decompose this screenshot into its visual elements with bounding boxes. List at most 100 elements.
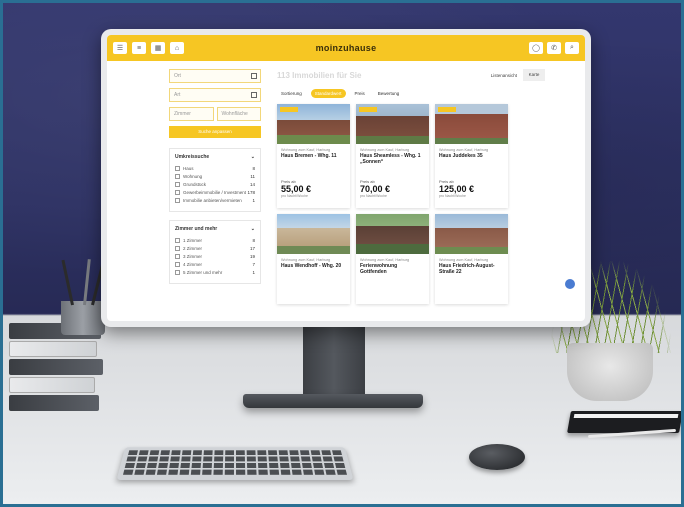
search-icon[interactable]: ⌕ (565, 42, 579, 54)
list-view-toggle[interactable]: Listenansicht (491, 73, 517, 78)
listing-price: 70,00 € (360, 184, 391, 194)
listing-price: 55,00 € (281, 184, 312, 194)
checkbox[interactable] (175, 238, 180, 243)
filter-option-count: 11 (250, 174, 255, 179)
monitor-stand-base (243, 394, 423, 408)
logo[interactable]: moinzuhause (316, 43, 377, 53)
filter-option[interactable]: 3 Zimmer 19 (175, 254, 255, 259)
calendar-icon (251, 73, 257, 79)
listing-photo (277, 214, 350, 254)
filter-option-label: Haus (183, 166, 194, 171)
filter-option[interactable]: Gewerbeimmobilie / Investment 178 (175, 190, 255, 195)
filter-option[interactable]: Haus 8 (175, 166, 255, 171)
filter-option-label: 5 Zimmer und mehr (183, 270, 223, 275)
menu-icon[interactable]: ☰ (113, 42, 127, 54)
filter-option-count: 14 (249, 182, 255, 187)
mouse (469, 444, 525, 470)
filter-option[interactable]: Grundstück 14 (175, 182, 255, 187)
filter-option-label: 2 Zimmer (183, 246, 202, 251)
plant-pot (567, 343, 653, 401)
listing-meta: Wohnung zum Kauf, Harburg (360, 258, 410, 262)
listing-card[interactable]: Wohnung zum Kauf, Harburg Haus Friedrich… (435, 214, 508, 304)
chevron-down-icon: ⌄ (250, 226, 255, 232)
list-icon[interactable]: ≡ (132, 42, 146, 54)
search-sidebar: Ort Art Zimmer Wohnfläche Suche anpassen… (169, 69, 261, 292)
filter-panel: Umkreissuche ⌄ Haus 8 Wohnung 11 Grundstück… (169, 148, 261, 212)
filter-option-count: 178 (247, 190, 255, 195)
checkbox[interactable] (175, 254, 180, 259)
checkbox[interactable] (175, 246, 180, 251)
type-field[interactable]: Art (169, 88, 261, 102)
map-view-button[interactable]: Karte (523, 69, 545, 81)
listing-card[interactable]: Wohnung zum Kauf, Harburg Ferienwohnung … (356, 214, 429, 304)
book (9, 377, 95, 393)
notebook-pages (573, 414, 679, 418)
filter-option-count: 1 (252, 270, 255, 275)
user-icon[interactable]: ◯ (529, 42, 543, 54)
filter-option-count: 17 (249, 246, 255, 251)
results-main: 113 Immobilien für Sie Listenansicht Kar… (277, 69, 545, 304)
listing-card[interactable]: Wohnung zum Kauf, Harburg Haus Juddekes … (435, 104, 508, 208)
listing-badge (359, 107, 377, 112)
listing-photo (356, 104, 429, 144)
filter-option[interactable]: 4 Zimmer 7 (175, 262, 255, 267)
filter-option-count: 19 (249, 254, 255, 259)
rooms-select-label: Zimmer (174, 111, 191, 117)
price-label: Preis ab (281, 179, 296, 184)
listing-price: 125,00 € (439, 184, 475, 194)
listing-badge (280, 107, 298, 112)
area-select[interactable]: Wohnfläche (216, 107, 261, 121)
checkbox[interactable] (175, 270, 180, 275)
grid-icon[interactable]: ▦ (151, 42, 165, 54)
listing-title: Haus Friedrich-August-Straße 22 (439, 263, 495, 275)
checkbox[interactable] (175, 182, 180, 187)
listing-card[interactable]: Wohnung zum Kauf, Harburg Haus Bremen - … (277, 104, 350, 208)
filter-option-count: 7 (252, 262, 255, 267)
location-field[interactable]: Ort (169, 69, 261, 83)
filter-option[interactable]: Wohnung 11 (175, 174, 255, 179)
listing-photo (435, 104, 508, 144)
listing-card[interactable]: Wohnung zum Kauf, Harburg Haus Wendhoff … (277, 214, 350, 304)
sort-chip[interactable]: Sortierung (277, 89, 306, 98)
price-unit: pro Nacht/Woche (360, 194, 387, 198)
filter-option-label: Grundstück (183, 182, 207, 187)
checkbox[interactable] (175, 174, 180, 179)
rooms-select[interactable]: Zimmer (169, 107, 214, 121)
photo-frame: ☰ ≡ ▦ ⌂ moinzuhause ◯ ✆ ⌕ Ort Art Zimmer (3, 3, 681, 504)
filter-option[interactable]: 2 Zimmer 17 (175, 246, 255, 251)
chat-icon[interactable] (565, 279, 575, 289)
listing-photo (356, 214, 429, 254)
price-label: Preis ab (360, 179, 375, 184)
checkbox[interactable] (175, 190, 180, 195)
filter-panel: Zimmer und mehr ⌄ 1 Zimmer 8 2 Zimmer 17 3 … (169, 220, 261, 284)
sort-chip[interactable]: Preis (351, 89, 369, 98)
filter-option[interactable]: 5 Zimmer und mehr 1 (175, 270, 255, 275)
listing-title: Haus Wendhoff - Whg. 20 (281, 263, 342, 269)
sort-chip[interactable]: Bewertung (374, 89, 404, 98)
filter-option-count: 8 (252, 166, 255, 171)
page-title: 113 Immobilien für Sie (277, 70, 362, 80)
filter-panel-title: Umkreissuche (175, 154, 210, 160)
pen-cup (61, 259, 106, 335)
filter-option[interactable]: Immobilie anbieten/vermieten 1 (175, 198, 255, 203)
listing-photo (277, 104, 350, 144)
filter-panel-header[interactable]: Zimmer und mehr ⌄ (175, 226, 255, 232)
checkbox[interactable] (175, 262, 180, 267)
listing-card[interactable]: Wohnung zum Kauf, Harburg Haus Sheamless… (356, 104, 429, 208)
filter-option[interactable]: 1 Zimmer 8 (175, 238, 255, 243)
listing-title: Ferienwohnung Gottfenden (360, 263, 398, 275)
price-label: Preis ab (439, 179, 454, 184)
filter-option-label: Wohnung (183, 174, 203, 179)
checkbox[interactable] (175, 166, 180, 171)
filter-panel-header[interactable]: Umkreissuche ⌄ (175, 154, 255, 160)
calendar-icon (251, 92, 257, 98)
map-icon[interactable]: ⌂ (170, 42, 184, 54)
location-field-label: Ort (174, 73, 181, 79)
checkbox[interactable] (175, 198, 180, 203)
filter-option-count: 8 (252, 238, 255, 243)
keyboard (116, 447, 354, 481)
phone-icon[interactable]: ✆ (547, 42, 561, 54)
sort-chip-active[interactable]: Standardwert (310, 89, 346, 98)
search-submit-button[interactable]: Suche anpassen (169, 126, 261, 138)
book (9, 359, 103, 375)
